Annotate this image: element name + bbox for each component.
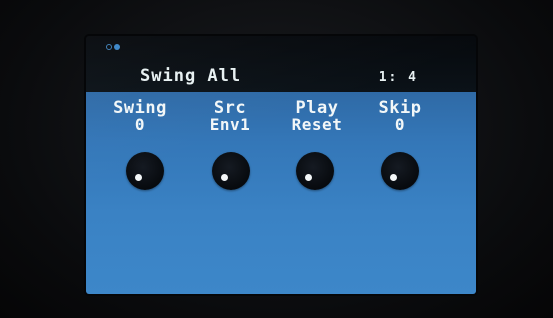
page-indicator: 1: 4: [378, 70, 418, 85]
param-value: Reset: [291, 115, 343, 134]
swing-knob[interactable]: [126, 152, 164, 190]
param-value: 0: [134, 115, 146, 134]
display-screen: Swing All 1: 4 Swing 0 Src Env1 Play Res…: [86, 36, 476, 294]
header-bar: Swing All 1: 4: [86, 36, 476, 92]
status-dot-filled: [114, 44, 120, 50]
status-dot-outline: [106, 44, 112, 50]
parameter-panel: Swing 0 Src Env1 Play Reset Skip 0: [86, 92, 476, 294]
skip-knob[interactable]: [381, 152, 419, 190]
src-knob[interactable]: [212, 152, 250, 190]
param-src: Src Env1: [182, 100, 278, 134]
knob-indicator-dot: [221, 174, 228, 181]
param-value: 0: [394, 115, 406, 134]
knob-indicator-dot: [135, 174, 142, 181]
knob-indicator-dot: [305, 174, 312, 181]
param-value: Env1: [209, 115, 251, 134]
page-title: Swing All: [140, 66, 242, 86]
param-play: Play Reset: [269, 100, 365, 134]
play-knob[interactable]: [296, 152, 334, 190]
knob-indicator-dot: [390, 174, 397, 181]
param-skip: Skip 0: [352, 100, 448, 134]
param-swing: Swing 0: [92, 100, 188, 134]
status-dots-icon: [106, 44, 120, 50]
